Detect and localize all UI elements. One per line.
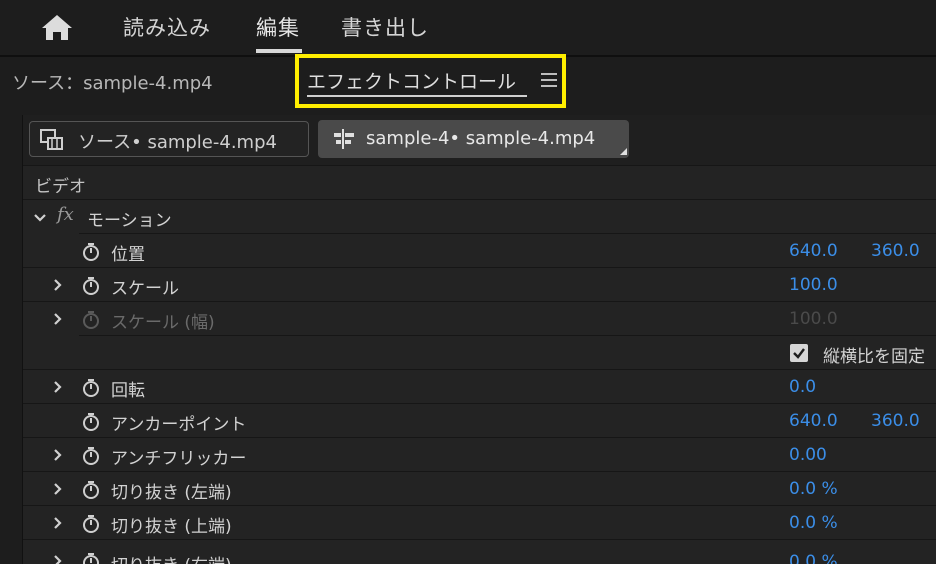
home-icon[interactable] [40, 12, 74, 42]
rotation-value[interactable]: 0.0 [789, 377, 816, 397]
source-clip-icon [40, 129, 63, 150]
property-row-rotation[interactable]: 回転 0.0 [23, 369, 936, 403]
stopwatch-icon[interactable] [81, 552, 101, 564]
property-row-uniform-scale: 縦横比を固定 [79, 335, 936, 369]
stopwatch-icon[interactable] [81, 446, 101, 466]
chevron-right-icon[interactable] [51, 448, 65, 462]
highlight-box [295, 54, 566, 108]
stopwatch-icon[interactable] [81, 480, 101, 500]
position-y-value[interactable]: 360.0 [871, 241, 920, 261]
property-row-crop-right[interactable]: 切り抜き (右端) 0.0 % [23, 539, 936, 564]
property-row-anti-flicker[interactable]: アンチフリッカー 0.00 [23, 437, 936, 471]
chevron-right-icon[interactable] [51, 312, 65, 326]
stopwatch-icon[interactable] [81, 378, 101, 398]
stopwatch-icon[interactable] [81, 412, 101, 432]
crop-right-value[interactable]: 0.0 % [789, 552, 838, 564]
source-panel-tab[interactable]: ソース：sample-4.mp4 [12, 69, 213, 95]
stopwatch-icon [83, 311, 99, 329]
property-row-position[interactable]: 位置 640.0 360.0 [79, 233, 936, 267]
chevron-right-icon[interactable] [51, 380, 65, 394]
property-row-crop-left[interactable]: 切り抜き (左端) 0.0 % [23, 471, 936, 505]
source-clip-tab[interactable]: ソース• sample-4.mp4 [29, 121, 309, 157]
scale-value[interactable]: 100.0 [789, 275, 838, 295]
chevron-right-icon[interactable] [51, 554, 65, 564]
property-label: アンチフリッカー [111, 449, 247, 469]
property-row-scale[interactable]: スケール 100.0 [23, 267, 936, 301]
sequence-icon [334, 129, 354, 149]
property-label: 位置 [111, 245, 145, 265]
clip-tabs: ソース• sample-4.mp4 sample-4• sample-4.mp4 [23, 115, 936, 165]
chevron-right-icon[interactable] [51, 482, 65, 496]
stopwatch-icon[interactable] [81, 276, 101, 296]
stopwatch-icon[interactable] [81, 242, 101, 262]
chevron-down-icon[interactable] [33, 211, 47, 225]
position-x-value[interactable]: 640.0 [789, 241, 838, 261]
property-label: スケール [111, 279, 179, 299]
anchor-x-value[interactable]: 640.0 [789, 411, 838, 431]
property-label: アンカーポイント [111, 415, 247, 435]
property-label: スケール (幅) [111, 313, 215, 333]
fx-icon[interactable]: fx [57, 204, 74, 225]
property-row-scale-width: スケール (幅) 100.0 [23, 301, 936, 335]
uniform-scale-label: 縦横比を固定 [823, 347, 925, 367]
stopwatch-icon[interactable] [81, 514, 101, 534]
crop-left-value[interactable]: 0.0 % [789, 479, 838, 499]
property-label: 切り抜き (右端) [111, 551, 232, 564]
source-clip-label: ソース• sample-4.mp4 [78, 132, 277, 153]
motion-effect-row[interactable]: fx モーション [23, 199, 936, 233]
anti-flicker-value[interactable]: 0.00 [789, 445, 827, 465]
top-navigation: 読み込み 編集 書き出し [0, 0, 936, 55]
chevron-right-icon[interactable] [51, 516, 65, 530]
scale-width-value: 100.0 [789, 309, 838, 329]
video-section-label: ビデオ [35, 177, 86, 197]
property-row-crop-top[interactable]: 切り抜き (上端) 0.0 % [23, 505, 936, 539]
uniform-scale-checkbox[interactable] [790, 344, 808, 362]
property-label: 切り抜き (左端) [111, 483, 232, 503]
motion-label: モーション [87, 211, 172, 231]
tab-import[interactable]: 読み込み [123, 12, 211, 42]
crop-top-value[interactable]: 0.0 % [789, 513, 838, 533]
tab-export[interactable]: 書き出し [341, 12, 429, 42]
chevron-right-icon[interactable] [51, 278, 65, 292]
video-section-header: ビデオ [23, 165, 936, 199]
anchor-y-value[interactable]: 360.0 [871, 411, 920, 431]
property-row-anchor-point[interactable]: アンカーポイント 640.0 360.0 [23, 403, 936, 437]
tab-edit[interactable]: 編集 [256, 12, 300, 42]
sequence-clip-tab[interactable]: sample-4• sample-4.mp4 [318, 120, 629, 158]
effect-controls-panel: ソース• sample-4.mp4 sample-4• sample-4.mp4… [22, 115, 936, 564]
property-label: 回転 [111, 381, 145, 401]
property-label: 切り抜き (上端) [111, 517, 232, 537]
active-tab-indicator [256, 49, 302, 53]
sequence-clip-label: sample-4• sample-4.mp4 [366, 128, 596, 149]
dropdown-corner-icon[interactable] [620, 148, 627, 155]
